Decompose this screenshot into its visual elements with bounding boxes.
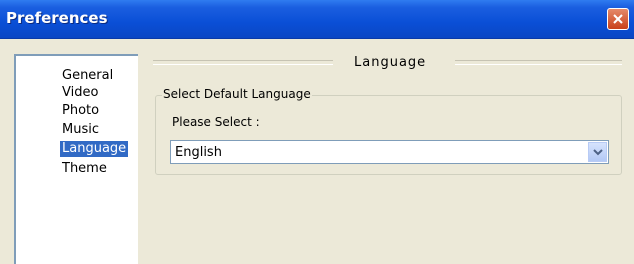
sidebar-item-theme[interactable]: Theme — [60, 161, 109, 177]
close-button[interactable] — [607, 8, 629, 30]
language-select-value: English — [175, 145, 222, 160]
preferences-window: Preferences General Video Photo Music La… — [0, 0, 634, 264]
sidebar-item-music[interactable]: Music — [60, 122, 101, 138]
heading-rule-right — [455, 60, 622, 65]
sidebar-item-video[interactable]: Video — [60, 85, 100, 101]
pane-heading: Language — [354, 55, 427, 70]
language-select-button[interactable] — [588, 142, 607, 162]
window-title: Preferences — [6, 9, 108, 27]
chevron-down-icon — [592, 148, 603, 155]
groupbox-title: Select Default Language — [162, 87, 312, 101]
category-list[interactable]: General Video Photo Music Language Theme — [14, 54, 138, 264]
select-label: Please Select : — [172, 115, 260, 129]
language-select[interactable]: English — [170, 140, 609, 164]
title-bar[interactable]: Preferences — [0, 0, 634, 39]
close-icon — [613, 14, 623, 24]
sidebar-item-photo[interactable]: Photo — [60, 103, 101, 119]
sidebar-item-language[interactable]: Language — [60, 141, 129, 157]
heading-rule-left — [153, 60, 333, 65]
sidebar-item-general[interactable]: General — [60, 68, 115, 84]
